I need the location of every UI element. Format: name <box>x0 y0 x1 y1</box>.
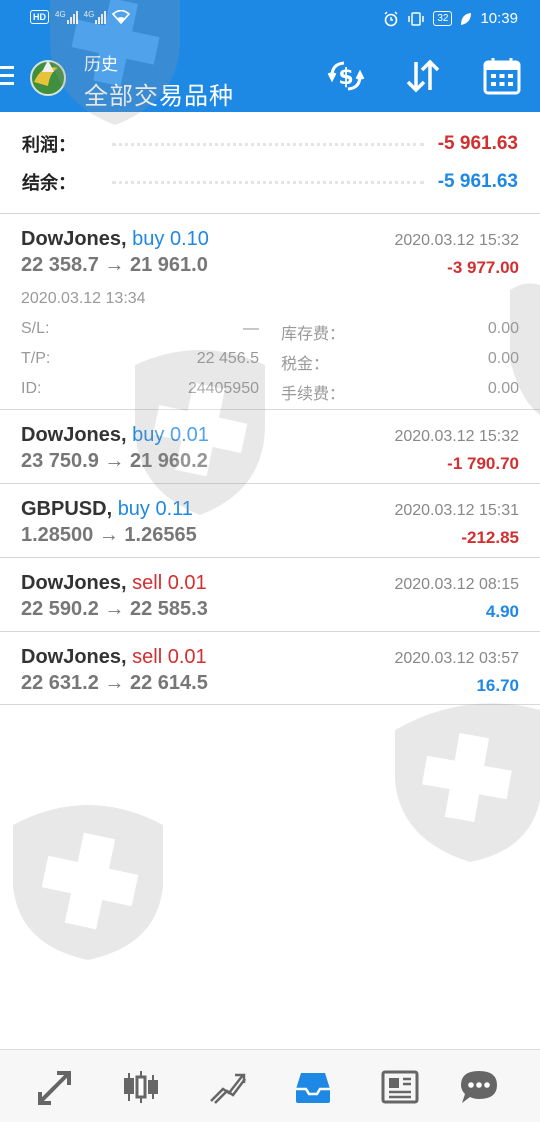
trade-prices: 22 631.2 → 22 614.5 <box>21 672 208 694</box>
trade-symbol: DowJones, buy 0.01 <box>21 424 209 447</box>
trade-prices: 1.28500 → 1.26565 <box>21 524 197 546</box>
trade-prices: 22 590.2 → 22 585.3 <box>21 598 208 620</box>
trade-direction: buy 0.11 <box>117 498 193 520</box>
svg-text:$: $ <box>338 65 353 90</box>
trade-symbol: DowJones, buy 0.10 <box>21 228 209 251</box>
profit-row: 利润： -5 961.63 <box>22 129 518 159</box>
profit-value: -5 961.63 <box>437 133 518 154</box>
leaf-icon <box>461 12 472 25</box>
balance-operations-icon[interactable]: $ <box>326 56 366 96</box>
network-type-2: 4G <box>83 10 95 19</box>
symbol-name: DowJones, <box>21 572 127 594</box>
trade-profit: -212.85 <box>461 528 519 547</box>
symbol-name: GBPUSD, <box>21 498 113 520</box>
symbol-name: DowJones, <box>21 646 127 668</box>
page-subtitle: 历史 <box>84 55 118 74</box>
balance-row: 结余： -5 961.63 <box>22 167 518 197</box>
vibrate-icon <box>408 11 425 26</box>
sl-label: S/L: <box>21 320 50 337</box>
close-time: 2020.03.12 03:57 <box>394 650 519 667</box>
dotted-leader <box>112 142 424 146</box>
tp-value: 22 456.5 <box>196 350 259 367</box>
close-time: 2020.03.12 15:32 <box>394 232 519 249</box>
trade-symbol: GBPUSD, buy 0.11 <box>21 498 193 521</box>
trade-row[interactable]: DowJones, sell 0.01 22 631.2 → 22 614.5 … <box>0 632 540 705</box>
trade-profit: 4.90 <box>485 602 519 621</box>
trade-row[interactable]: DowJones, buy 0.10 22 358.7 → 21 961.0 2… <box>0 214 540 410</box>
trade-profit: -3 977.00 <box>447 258 519 277</box>
tax-label: 税金： <box>281 356 330 373</box>
trade-prices: 23 750.9 → 21 960.2 <box>21 450 208 472</box>
chat-icon[interactable] <box>456 1064 502 1110</box>
profit-label: 利润： <box>22 135 76 155</box>
trade-row[interactable]: DowJones, buy 0.01 23 750.9 → 21 960.2 2… <box>0 410 540 484</box>
tp-label: T/P: <box>21 350 51 367</box>
app-bar: 历史 全部交易品种 $ <box>0 40 540 112</box>
page-title[interactable]: 全部交易品种 <box>84 76 234 111</box>
trade-row[interactable]: GBPUSD, buy 0.11 1.28500 → 1.26565 2020.… <box>0 484 540 558</box>
clock: 10:39 <box>480 10 518 27</box>
shield-watermark-icon <box>13 805 163 960</box>
battery-indicator: 32 <box>433 11 453 26</box>
symbol-name: DowJones, <box>21 228 127 250</box>
swap-label: 库存费： <box>281 326 346 343</box>
shield-watermark-icon <box>395 703 540 862</box>
trade-profit: -1 790.70 <box>447 454 519 473</box>
trade-direction: buy 0.10 <box>132 228 209 250</box>
wifi-icon <box>112 10 131 24</box>
close-time: 2020.03.12 08:15 <box>394 576 519 593</box>
trade-symbol: DowJones, sell 0.01 <box>21 572 207 595</box>
bottom-navigation <box>0 1049 540 1122</box>
trade-profit: 16.70 <box>476 676 519 695</box>
signal-icon: 4G <box>55 10 78 24</box>
dotted-leader <box>112 180 424 184</box>
close-time: 2020.03.12 15:31 <box>394 502 519 519</box>
summary-panel: 利润： -5 961.63 结余： -5 961.63 <box>0 112 540 214</box>
close-time: 2020.03.12 15:32 <box>394 428 519 445</box>
trade-direction: sell 0.01 <box>132 646 207 668</box>
commission-value: 0.00 <box>487 380 519 397</box>
trade-direction: buy 0.01 <box>132 424 209 446</box>
menu-icon[interactable] <box>0 66 14 90</box>
trade-symbol: DowJones, sell 0.01 <box>21 646 207 669</box>
sort-icon[interactable] <box>403 56 443 96</box>
chart-icon[interactable] <box>118 1064 164 1110</box>
calendar-icon[interactable] <box>482 56 522 96</box>
news-icon[interactable] <box>377 1064 423 1110</box>
quotes-icon[interactable] <box>32 1064 78 1110</box>
trade-prices: 22 358.7 → 21 961.0 <box>21 254 208 276</box>
history-icon[interactable] <box>290 1064 336 1110</box>
id-label: ID: <box>21 380 42 397</box>
app-logo <box>30 60 66 96</box>
commission-label: 手续费： <box>281 386 346 403</box>
tax-value: 0.00 <box>487 350 519 367</box>
trade-row[interactable]: DowJones, sell 0.01 22 590.2 → 22 585.3 … <box>0 558 540 632</box>
swap-value: 0.00 <box>487 320 519 337</box>
hd-indicator: HD <box>30 10 49 24</box>
sl-value: — <box>243 320 259 337</box>
signal-icon-2: 4G <box>84 10 107 24</box>
trade-direction: sell 0.01 <box>132 572 207 594</box>
balance-value: -5 961.63 <box>437 171 518 192</box>
id-value: 24405950 <box>187 380 259 397</box>
network-type: 4G <box>55 10 66 19</box>
trade-icon[interactable] <box>204 1064 250 1110</box>
open-time: 2020.03.12 13:34 <box>21 290 146 307</box>
balance-label: 结余： <box>22 173 76 193</box>
alarm-icon <box>384 11 398 26</box>
status-bar: HD 4G 4G 32 10:39 <box>0 0 540 40</box>
symbol-name: DowJones, <box>21 424 127 446</box>
